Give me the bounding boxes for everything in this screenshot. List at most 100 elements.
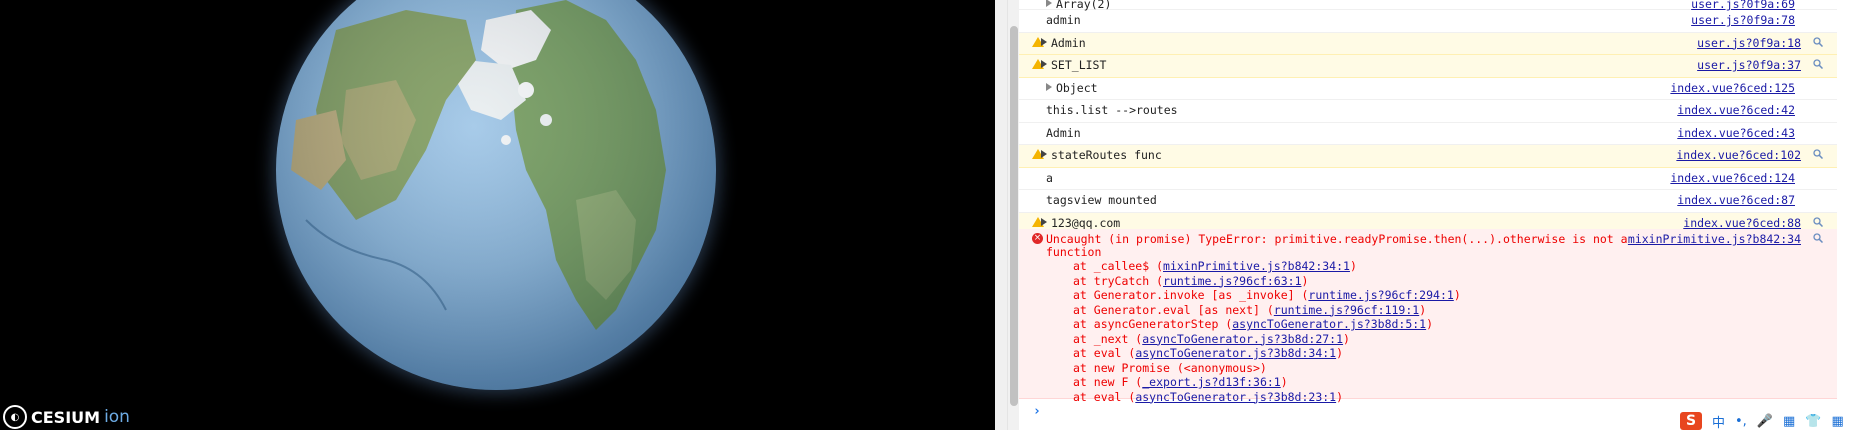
stack-frame-text: at _next ( bbox=[1073, 331, 1143, 346]
ime-punctuation-icon[interactable]: •, bbox=[1735, 414, 1747, 429]
scrollbar-thumb[interactable] bbox=[1010, 26, 1018, 406]
console-message-text: Admin bbox=[1046, 125, 1081, 140]
stack-frame-link[interactable]: _export.js?d13f:36:1 bbox=[1142, 375, 1280, 389]
console-warning-row[interactable]: stateRoutes func index.vue?6ced:102 bbox=[1019, 145, 1837, 168]
stack-frame-suffix: ) bbox=[1349, 259, 1357, 273]
search-icon[interactable] bbox=[1813, 59, 1823, 69]
microphone-icon[interactable]: 🎤 bbox=[1757, 414, 1773, 429]
stack-trace-line: at _next (asyncToGenerator.js?3b8d:27:1) bbox=[1073, 332, 1350, 346]
error-icon: × bbox=[1032, 233, 1043, 244]
expand-triangle-icon[interactable] bbox=[1046, 0, 1052, 7]
console-prompt-input[interactable]: › bbox=[1033, 404, 1041, 419]
console-log-row[interactable]: Object index.vue?6ced:125 bbox=[1019, 78, 1837, 100]
stack-frame-link[interactable]: runtime.js?96cf:119:1 bbox=[1274, 303, 1419, 317]
console-message-text: SET_LIST bbox=[1051, 58, 1107, 72]
keyboard-icon[interactable]: ▦ bbox=[1783, 414, 1795, 429]
expand-triangle-icon[interactable] bbox=[1041, 37, 1047, 46]
console-message-text: stateRoutes func bbox=[1051, 148, 1162, 162]
stack-frame-link[interactable]: asyncToGenerator.js?3b8d:34:1 bbox=[1135, 346, 1336, 360]
devtools-console[interactable]: Array(2) user.js?0f9a:69 admin user.js?0f9a… bbox=[1019, 0, 1837, 430]
console-log-row[interactable]: Admin index.vue?6ced:43 bbox=[1019, 123, 1837, 145]
ime-chinese-icon[interactable]: 中 bbox=[1712, 412, 1725, 431]
cesium-mark-icon: ◐ bbox=[3, 405, 27, 429]
stack-trace-line: at eval (asyncToGenerator.js?3b8d:23:1) bbox=[1073, 390, 1343, 404]
source-link[interactable]: user.js?0f9a:37 bbox=[1697, 58, 1801, 72]
console-warning-row[interactable]: Admin user.js?0f9a:18 bbox=[1019, 32, 1837, 55]
expand-triangle-icon[interactable] bbox=[1041, 150, 1047, 158]
globe[interactable] bbox=[276, 0, 716, 390]
console-message-text: a bbox=[1046, 170, 1053, 185]
source-link[interactable]: index.vue?6ced:43 bbox=[1677, 126, 1795, 140]
stack-frame-text: at new Promise (<anonymous>) bbox=[1073, 360, 1267, 375]
console-warning-row[interactable]: SET_LIST user.js?0f9a:37 bbox=[1019, 55, 1837, 78]
stack-frame-link[interactable]: runtime.js?96cf:63:1 bbox=[1163, 274, 1301, 288]
source-link[interactable]: index.vue?6ced:124 bbox=[1670, 171, 1795, 185]
cesium-logo-suffix: ion bbox=[104, 407, 130, 427]
source-link[interactable]: index.vue?6ced:87 bbox=[1677, 193, 1795, 207]
source-link[interactable]: index.vue?6ced:102 bbox=[1676, 148, 1801, 162]
stack-frame-link[interactable]: asyncToGenerator.js?3b8d:5:1 bbox=[1232, 317, 1426, 331]
stack-frame-text: at eval ( bbox=[1073, 346, 1136, 360]
search-icon[interactable] bbox=[1813, 216, 1823, 227]
error-message: Uncaught (in promise) TypeError: primiti… bbox=[1046, 232, 1628, 246]
stack-frame-suffix: ) bbox=[1336, 389, 1344, 404]
source-link[interactable]: user.js?0f9a:78 bbox=[1691, 13, 1795, 27]
console-message[interactable]: 123@qq.com bbox=[1041, 216, 1120, 230]
cesium-viewer[interactable]: ◐ CESIUM ion bbox=[0, 0, 995, 430]
console-message: Admin bbox=[1046, 126, 1081, 140]
sogou-ime-icon[interactable]: S bbox=[1680, 412, 1702, 430]
console-log-row[interactable]: a index.vue?6ced:124 bbox=[1019, 168, 1837, 190]
source-link[interactable]: user.js?0f9a:18 bbox=[1697, 36, 1801, 50]
console-message: tagsview mounted bbox=[1046, 193, 1157, 207]
console-log-row[interactable]: this.list -->routes index.vue?6ced:42 bbox=[1019, 100, 1837, 123]
search-icon[interactable] bbox=[1813, 36, 1823, 47]
console-log-row[interactable]: tagsview mounted index.vue?6ced:87 bbox=[1019, 190, 1837, 213]
console-message[interactable]: SET_LIST bbox=[1041, 58, 1106, 72]
console-message-text: 123@qq.com bbox=[1051, 215, 1121, 230]
panel-gap bbox=[995, 0, 1007, 430]
stack-frame-suffix: ) bbox=[1419, 302, 1427, 317]
console-message[interactable]: Object bbox=[1046, 81, 1098, 95]
console-message-text: Object bbox=[1056, 80, 1098, 95]
stack-trace-line: at eval (asyncToGenerator.js?3b8d:34:1) bbox=[1073, 346, 1343, 360]
search-icon[interactable] bbox=[1813, 233, 1823, 243]
stack-trace-line: at asyncGeneratorStep (asyncToGenerator.… bbox=[1073, 317, 1433, 331]
source-link[interactable]: index.vue?6ced:125 bbox=[1670, 81, 1795, 95]
source-link[interactable]: index.vue?6ced:42 bbox=[1677, 103, 1795, 117]
stack-frame-text: at Generator.invoke [as _invoke] ( bbox=[1073, 288, 1309, 302]
console-error-row[interactable]: × Uncaught (in promise) TypeError: primit… bbox=[1019, 229, 1837, 404]
stack-frame-link[interactable]: asyncToGenerator.js?3b8d:27:1 bbox=[1142, 332, 1343, 346]
stack-frame-text: at _callee$ ( bbox=[1073, 259, 1164, 273]
console-message: admin bbox=[1046, 13, 1081, 27]
stack-trace-line: at Generator.eval [as next] (runtime.js?… bbox=[1073, 303, 1426, 317]
stack-frame-suffix: ) bbox=[1280, 375, 1288, 389]
error-message-cont: function bbox=[1046, 245, 1102, 259]
console-log-row[interactable]: Array(2) user.js?0f9a:69 bbox=[1019, 0, 1837, 11]
console-message-text: this.list -->routes bbox=[1046, 103, 1178, 117]
stack-frame-text: at new F ( bbox=[1073, 375, 1143, 389]
stack-frame-text: at eval ( bbox=[1073, 389, 1136, 404]
error-source-link[interactable]: mixinPrimitive.js?b842:34 bbox=[1628, 232, 1801, 246]
stack-frame-link[interactable]: runtime.js?96cf:294:1 bbox=[1308, 288, 1453, 302]
expand-triangle-icon[interactable] bbox=[1041, 217, 1047, 226]
screen: ◐ CESIUM ion Array(2) user.js?0f9a:69 admi… bbox=[0, 0, 1851, 431]
globe-landmass bbox=[276, 0, 716, 390]
source-link[interactable]: index.vue?6ced:88 bbox=[1683, 216, 1801, 230]
toolbox-icon[interactable]: ▦ bbox=[1832, 414, 1844, 429]
expand-triangle-icon[interactable] bbox=[1046, 82, 1052, 91]
stack-trace-line: at tryCatch (runtime.js?96cf:63:1) bbox=[1073, 274, 1308, 288]
stack-trace-line: at new F (_export.js?d13f:36:1) bbox=[1073, 375, 1288, 389]
stack-frame-link[interactable]: asyncToGenerator.js?3b8d:23:1 bbox=[1135, 390, 1336, 404]
stack-frame-suffix: ) bbox=[1343, 331, 1350, 346]
console-log-row[interactable]: admin user.js?0f9a:78 bbox=[1019, 10, 1837, 33]
cesium-ion-logo[interactable]: ◐ CESIUM ion bbox=[3, 405, 130, 429]
stack-frame-text: at asyncGeneratorStep ( bbox=[1073, 317, 1233, 331]
console-message: a bbox=[1046, 171, 1053, 185]
console-message-text: Admin bbox=[1051, 35, 1086, 50]
expand-triangle-icon[interactable] bbox=[1041, 60, 1047, 68]
console-message[interactable]: Admin bbox=[1041, 36, 1086, 50]
console-message[interactable]: stateRoutes func bbox=[1041, 148, 1162, 162]
stack-frame-link[interactable]: mixinPrimitive.js?b842:34:1 bbox=[1163, 259, 1350, 273]
search-icon[interactable] bbox=[1813, 149, 1823, 159]
skin-icon[interactable]: 👕 bbox=[1805, 414, 1821, 429]
